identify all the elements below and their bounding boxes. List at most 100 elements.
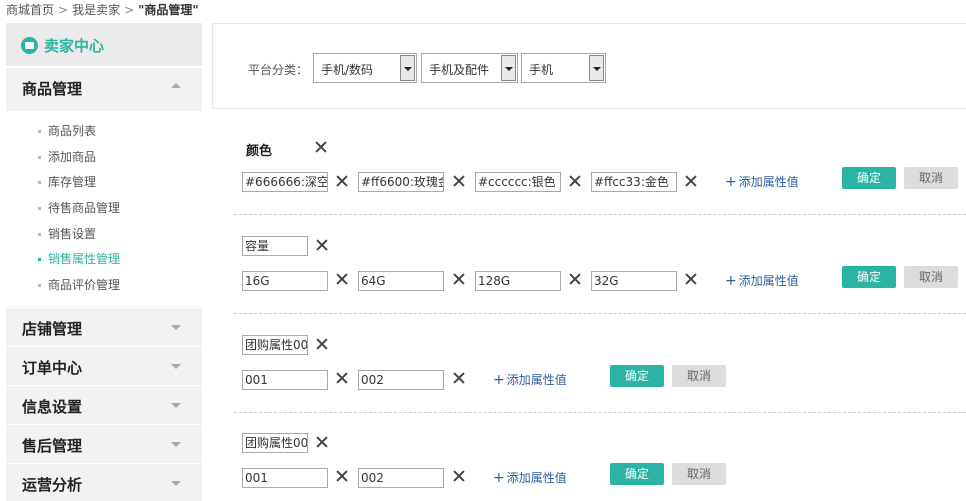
cancel-button[interactable]: 取消 bbox=[672, 365, 726, 387]
confirm-button[interactable]: 确定 bbox=[842, 266, 896, 288]
chevron-up-icon bbox=[171, 83, 181, 88]
close-icon[interactable] bbox=[315, 141, 327, 153]
select-value: 手机/数码 bbox=[321, 63, 374, 77]
add-value-link[interactable]: + 添加属性值 bbox=[493, 469, 567, 486]
main-content: 平台分类： 手机/数码 手机及配件 手机 颜色 #666666:深空灰 #ff6… bbox=[212, 23, 966, 501]
breadcrumb-separator-icon: > bbox=[124, 3, 135, 17]
cancel-button[interactable]: 取消 bbox=[672, 463, 726, 485]
sidebar-item-add-product[interactable]: 添加商品 bbox=[38, 148, 96, 165]
breadcrumb-current: "商品管理" bbox=[138, 3, 199, 17]
chevron-down-icon bbox=[171, 442, 181, 447]
shop-icon bbox=[21, 37, 38, 54]
menu-group-analytics[interactable]: 运营分析 bbox=[6, 463, 202, 501]
attribute-value-input[interactable]: #ffcc33:金色 bbox=[591, 172, 677, 192]
close-icon[interactable] bbox=[685, 175, 697, 187]
attribute-value-input[interactable]: 32G bbox=[591, 271, 677, 291]
menu-group-label: 售后管理 bbox=[22, 437, 83, 455]
confirm-button[interactable]: 确定 bbox=[610, 463, 664, 485]
bullet-icon bbox=[38, 284, 41, 287]
attribute-value-input[interactable]: #ff6600:玫瑰金 bbox=[358, 172, 444, 192]
confirm-button[interactable]: 确定 bbox=[610, 365, 664, 387]
plus-icon: + bbox=[725, 174, 737, 190]
chevron-down-icon[interactable] bbox=[589, 55, 604, 81]
sidebar-item-label: 销售设置 bbox=[48, 227, 97, 241]
sidebar-item-product-list[interactable]: 商品列表 bbox=[38, 122, 96, 139]
attribute-value-input[interactable]: 002 bbox=[358, 370, 444, 390]
menu-group-label: 店铺管理 bbox=[22, 320, 83, 338]
sidebar-item-reviews[interactable]: 商品评价管理 bbox=[38, 276, 120, 293]
submenu-product: 商品列表 添加商品 库存管理 待售商品管理 销售设置 销售属性管理 商品评价管理 bbox=[6, 111, 202, 306]
attribute-value-input[interactable]: #cccccc:银色 bbox=[475, 172, 561, 192]
plus-icon: + bbox=[493, 470, 505, 486]
sidebar-item-label: 待售商品管理 bbox=[48, 201, 121, 215]
close-icon[interactable] bbox=[569, 273, 581, 285]
attribute-value-input[interactable]: 128G bbox=[475, 271, 561, 291]
breadcrumb-home-link[interactable]: 商城首页 bbox=[6, 3, 54, 17]
attribute-block: 团购属性002 001 002 +添加属性值 确定 取消 bbox=[234, 413, 966, 501]
attribute-value-input[interactable]: 16G bbox=[242, 271, 328, 291]
category-select-1[interactable]: 手机/数码 bbox=[313, 53, 417, 83]
category-select-2[interactable]: 手机及配件 bbox=[421, 53, 518, 83]
close-icon[interactable] bbox=[453, 175, 465, 187]
category-select-3[interactable]: 手机 bbox=[521, 53, 606, 83]
add-value-link[interactable]: + 添加属性值 bbox=[493, 371, 567, 388]
attribute-value-input[interactable]: 002 bbox=[358, 468, 444, 488]
menu-group-label: 运营分析 bbox=[22, 476, 83, 494]
attribute-name-input[interactable]: 容量 bbox=[242, 236, 308, 256]
close-icon[interactable] bbox=[316, 239, 328, 251]
bullet-icon bbox=[38, 207, 41, 210]
attribute-block: 团购属性001 001 002 +添加属性值 确定 取消 bbox=[234, 314, 966, 413]
sidebar-item-inventory[interactable]: 库存管理 bbox=[38, 173, 96, 190]
bullet-icon bbox=[38, 156, 41, 159]
select-value: 手机 bbox=[529, 63, 554, 77]
close-icon[interactable] bbox=[336, 372, 348, 384]
attribute-block: 容量 16G 64G 128G 32G + 添加属性值 确定 取消 bbox=[234, 215, 966, 314]
close-icon[interactable] bbox=[316, 338, 328, 350]
sidebar-item-label: 商品列表 bbox=[48, 124, 97, 138]
close-icon[interactable] bbox=[336, 470, 348, 482]
attribute-name-input[interactable]: 团购属性002 bbox=[242, 433, 308, 453]
close-icon[interactable] bbox=[453, 273, 465, 285]
cancel-button[interactable]: 取消 bbox=[904, 167, 958, 189]
breadcrumb-seller-link[interactable]: 我是卖家 bbox=[72, 3, 120, 17]
chevron-down-icon[interactable] bbox=[400, 55, 415, 81]
add-value-label: 添加属性值 bbox=[506, 471, 567, 485]
chevron-down-icon[interactable] bbox=[501, 55, 516, 81]
confirm-button[interactable]: 确定 bbox=[842, 167, 896, 189]
sidebar-item-sales-settings[interactable]: 销售设置 bbox=[38, 225, 96, 242]
close-icon[interactable] bbox=[685, 273, 697, 285]
menu-group-orders[interactable]: 订单中心 bbox=[6, 346, 202, 385]
sidebar-item-label: 库存管理 bbox=[48, 175, 97, 189]
sidebar-item-pending-products[interactable]: 待售商品管理 bbox=[38, 199, 120, 216]
menu-group-label: 信息设置 bbox=[22, 398, 83, 416]
add-value-label: 添加属性值 bbox=[738, 175, 799, 189]
attribute-value-input[interactable]: 001 bbox=[242, 370, 328, 390]
attribute-value-input[interactable]: #666666:深空灰 bbox=[242, 172, 328, 192]
close-icon[interactable] bbox=[453, 372, 465, 384]
cancel-button[interactable]: 取消 bbox=[904, 266, 958, 288]
sidebar-item-label: 添加商品 bbox=[48, 150, 97, 164]
sidebar-header: 卖家中心 bbox=[6, 23, 202, 67]
close-icon[interactable] bbox=[316, 436, 328, 448]
attribute-value-input[interactable]: 64G bbox=[358, 271, 444, 291]
bullet-icon bbox=[38, 233, 41, 236]
sidebar-item-sales-attributes[interactable]: 销售属性管理 bbox=[38, 250, 120, 267]
close-icon[interactable] bbox=[453, 470, 465, 482]
close-icon[interactable] bbox=[336, 273, 348, 285]
close-icon[interactable] bbox=[336, 175, 348, 187]
close-icon[interactable] bbox=[569, 175, 581, 187]
menu-group-shop[interactable]: 店铺管理 bbox=[6, 307, 202, 346]
add-value-link[interactable]: + 添加属性值 bbox=[725, 173, 799, 190]
menu-group-info[interactable]: 信息设置 bbox=[6, 385, 202, 424]
menu-group-product[interactable]: 商品管理 bbox=[6, 67, 202, 106]
attribute-value-input[interactable]: 001 bbox=[242, 468, 328, 488]
sidebar-item-label: 商品评价管理 bbox=[48, 278, 121, 292]
add-value-label: 添加属性值 bbox=[738, 274, 799, 288]
add-value-label: 添加属性值 bbox=[506, 373, 567, 387]
chevron-down-icon bbox=[171, 364, 181, 369]
add-value-link[interactable]: + 添加属性值 bbox=[725, 272, 799, 289]
menu-group-aftersales[interactable]: 售后管理 bbox=[6, 424, 202, 463]
bullet-icon bbox=[38, 258, 41, 261]
attribute-name-input[interactable]: 团购属性001 bbox=[242, 335, 308, 355]
category-filter: 平台分类： 手机/数码 手机及配件 手机 bbox=[212, 23, 966, 109]
